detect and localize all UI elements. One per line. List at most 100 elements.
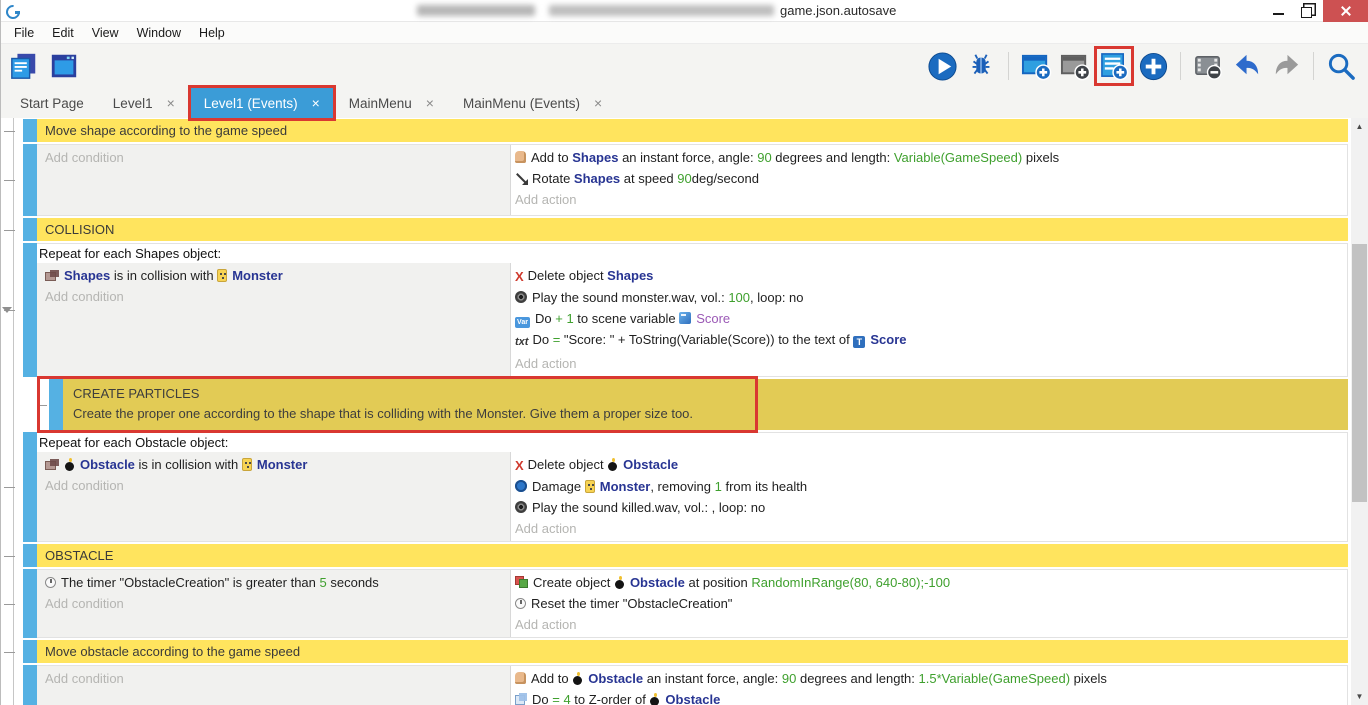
sound-icon [515,501,527,513]
actions-column: Delete object ShapesPlay the sound monst… [511,263,1347,376]
action-line[interactable]: Create object Obstacle at position Rando… [515,572,1341,593]
menu-window[interactable]: Window [128,24,190,42]
menu-view[interactable]: View [83,24,128,42]
value-text: 1 [715,479,722,494]
add-placeholder[interactable]: Add action [515,356,576,371]
conditions-column: Add condition [37,145,511,215]
group-label[interactable]: COLLISION [37,218,1348,241]
action-line[interactable]: Do + 1 to scene variable Score [515,308,1341,329]
menu-edit[interactable]: Edit [43,24,83,42]
condition-line[interactable]: Add condition [45,593,504,614]
menu-bar: FileEditViewWindowHelp [1,22,1368,44]
debug-icon[interactable] [964,49,998,83]
scroll-down-arrow[interactable]: ▼ [1351,688,1368,705]
condition-line[interactable]: Add condition [45,286,504,307]
add-placeholder[interactable]: Add condition [45,289,124,304]
for-each-header[interactable]: Repeat for each Obstacle object: [37,433,1347,452]
menu-file[interactable]: File [5,24,43,42]
condition-line[interactable]: Add condition [45,475,504,496]
value-text: 5 [320,575,327,590]
action-line[interactable]: Do = "Score: " + ToString(Variable(Score… [515,329,1341,353]
group-label[interactable]: Move shape according to the game speed [37,119,1348,142]
comment-event[interactable]: CREATE PARTICLESCreate the proper one ac… [49,379,1348,430]
action-line[interactable]: Add to Shapes an instant force, angle: 9… [515,147,1341,168]
for-each-header[interactable]: Repeat for each Shapes object: [37,244,1347,263]
search-icon[interactable] [1324,49,1358,83]
action-line[interactable]: Delete object Obstacle [515,454,1341,476]
event-columns: Shapes is in collision with Monster Add c… [37,263,1347,376]
condition-line[interactable]: Add condition [45,668,504,689]
tab-mainmenu-events-[interactable]: MainMenu (Events)× [450,88,615,118]
toolbar-separator [1180,52,1181,80]
project-manager-icon[interactable] [7,49,41,83]
tab-close-icon[interactable]: × [426,95,434,111]
condition-line[interactable]: Obstacle is in collision with Monster [45,454,504,475]
preview-film-icon[interactable] [1191,49,1225,83]
scroll-up-arrow[interactable]: ▲ [1351,118,1368,135]
action-line[interactable]: Delete object Shapes [515,265,1341,287]
action-line[interactable]: Play the sound killed.wav, vol.: , loop:… [515,497,1341,518]
text: to Z-order of [571,692,650,705]
action-line[interactable]: Do = 4 to Z-order of Obstacle [515,689,1341,705]
scrollbar-thumb[interactable] [1352,244,1367,502]
tab-start-page[interactable]: Start Page [7,88,97,118]
action-line[interactable]: Add action [515,518,1341,539]
event-bar [23,640,37,663]
add-placeholder[interactable]: Add action [515,617,576,632]
start-page-icon[interactable] [47,49,81,83]
tab-label: MainMenu [349,96,412,111]
action-line[interactable]: Add action [515,353,1341,374]
action-line[interactable]: Reset the timer "ObstacleCreation" [515,593,1341,614]
add-placeholder[interactable]: Add condition [45,596,124,611]
tab-close-icon[interactable]: × [167,95,175,111]
text: is in collision with [110,268,217,283]
toolbar-separator [1008,52,1009,80]
action-line[interactable]: Rotate Shapes at speed 90deg/second [515,168,1341,189]
event-body: Add condition Add to Shapes an instant fo… [37,144,1348,216]
text: an instant force, angle: [618,150,757,165]
action-line[interactable]: Play the sound monster.wav, vol.: 100, l… [515,287,1341,308]
menu-help[interactable]: Help [190,24,234,42]
add-external-events-icon[interactable] [1136,49,1170,83]
value-text: 1.5*Variable(GameSpeed) [919,671,1071,686]
restore-button[interactable] [1293,0,1323,22]
expander-triangle-icon[interactable] [2,307,12,313]
condition-line[interactable]: Shapes is in collision with Monster [45,265,504,286]
event-list: Move shape according to the game speedAd… [1,118,1368,705]
undo-icon[interactable] [1230,49,1264,83]
tab-mainmenu[interactable]: MainMenu × [336,88,447,118]
action-line[interactable]: Add action [515,189,1341,210]
minimize-button[interactable] [1263,0,1293,22]
tab-close-icon[interactable]: × [312,95,320,111]
force-icon [515,672,526,684]
condition-line[interactable]: The timer "ObstacleCreation" is greater … [45,572,504,593]
close-button[interactable] [1323,0,1368,22]
tab-close-icon[interactable]: × [594,95,602,111]
add-placeholder[interactable]: Add action [515,521,576,536]
comment-body[interactable]: CREATE PARTICLESCreate the proper one ac… [63,379,1348,430]
play-icon[interactable] [925,49,959,83]
text: Add to [531,671,572,686]
action-line[interactable]: Add to Obstacle an instant force, angle:… [515,668,1341,689]
add-external-layout-icon[interactable] [1058,49,1092,83]
text: degrees and length: [772,150,894,165]
add-events-icon[interactable] [1097,49,1131,83]
timer-icon [45,577,56,588]
action-line[interactable]: Add action [515,614,1341,635]
group-label[interactable]: Move obstacle according to the game spee… [37,640,1348,663]
group-label[interactable]: OBSTACLE [37,544,1348,567]
conditions-column: Add condition [37,666,511,705]
object-name: Monster [232,268,283,283]
add-scene-icon[interactable] [1019,49,1053,83]
tab-level1-events-[interactable]: Level1 (Events)× [191,88,333,118]
tab-level1[interactable]: Level1× [100,88,188,118]
condition-line[interactable]: Add condition [45,147,504,168]
add-placeholder[interactable]: Add action [515,192,576,207]
object-name: Score [870,332,906,347]
add-placeholder[interactable]: Add condition [45,671,124,686]
add-placeholder[interactable]: Add condition [45,478,124,493]
add-placeholder[interactable]: Add condition [45,150,124,165]
timer-icon [515,598,526,609]
redo-icon[interactable] [1269,49,1303,83]
action-line[interactable]: Damage Monster, removing 1 from its heal… [515,476,1341,497]
